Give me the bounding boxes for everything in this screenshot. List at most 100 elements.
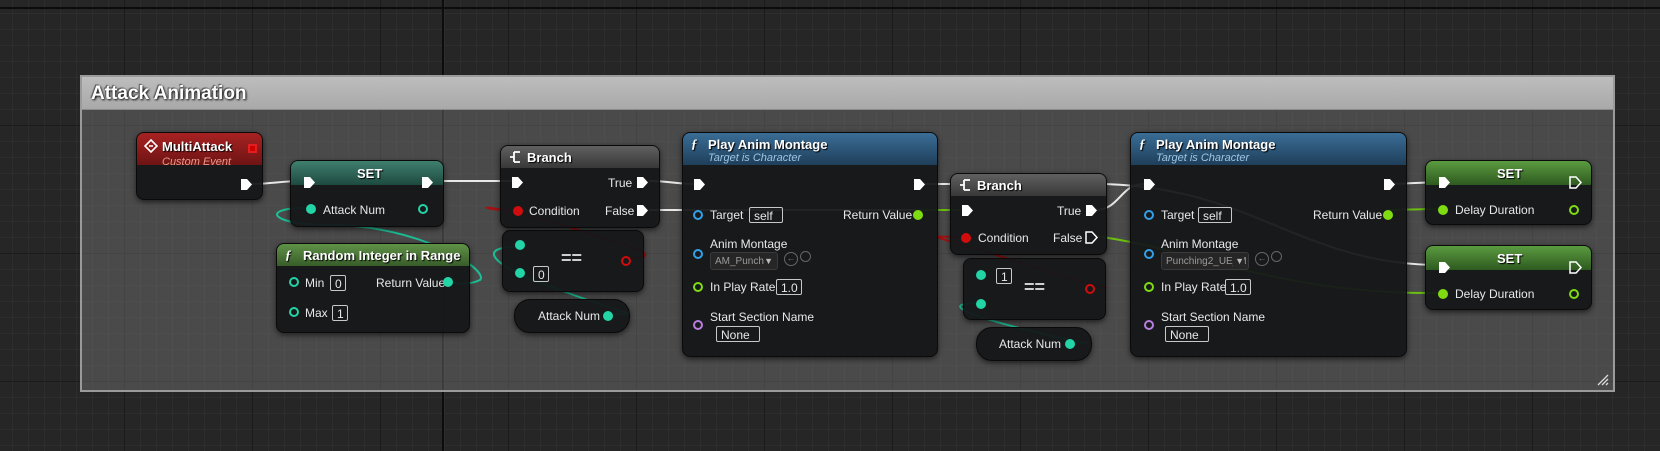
exec-in-pin[interactable]	[961, 204, 974, 217]
node-get-attack-num-2[interactable]: Attack Num	[976, 327, 1092, 361]
attack-num-in-pin[interactable]	[306, 204, 316, 214]
delay-duration-in-pin[interactable]	[1438, 289, 1448, 299]
equals-input-a-pin[interactable]	[515, 240, 525, 250]
min-label: Min	[305, 276, 325, 290]
node-title: Branch	[977, 178, 1022, 193]
equals-input-b-pin[interactable]	[515, 268, 525, 278]
start-section-label: Start Section Name	[710, 310, 815, 324]
delay-duration-out-pin[interactable]	[1569, 289, 1579, 299]
node-subtitle: Custom Event	[162, 156, 232, 165]
node-title: SET	[1497, 166, 1523, 181]
variable-label: Attack Num	[999, 337, 1062, 351]
attack-num-get-pin[interactable]	[603, 311, 613, 321]
node-branch-1[interactable]: Branch True Condition False	[500, 145, 660, 228]
node-title: Random Integer in Range	[303, 248, 461, 263]
true-exec-pin[interactable]	[636, 176, 649, 189]
start-section-pin[interactable]	[1144, 320, 1154, 330]
use-selected-asset-icon[interactable]: ←	[784, 252, 798, 266]
node-branch-2[interactable]: Branch True Condition False	[950, 173, 1107, 255]
target-value[interactable]: self	[1198, 207, 1232, 223]
start-section-pin[interactable]	[693, 320, 703, 330]
in-play-rate-value[interactable]: 1.0	[1225, 279, 1251, 295]
anim-montage-label: Anim Montage	[710, 237, 788, 251]
exec-out-pin[interactable]	[1569, 176, 1582, 189]
exec-out-pin[interactable]	[1383, 178, 1396, 191]
resize-grip-icon[interactable]	[1597, 374, 1609, 386]
in-play-rate-pin[interactable]	[1144, 282, 1154, 292]
equals-input-a-value[interactable]: 1	[996, 268, 1012, 284]
start-section-value[interactable]: None	[716, 326, 760, 342]
browse-asset-icon[interactable]	[1271, 251, 1282, 262]
exec-in-pin[interactable]	[1143, 178, 1156, 191]
condition-pin[interactable]	[961, 233, 971, 243]
in-play-rate-pin[interactable]	[693, 282, 703, 292]
attack-num-get-pin[interactable]	[1065, 339, 1075, 349]
exec-in-pin[interactable]	[1438, 261, 1451, 274]
target-value[interactable]: self	[749, 207, 783, 223]
start-section-value[interactable]: None	[1165, 326, 1209, 342]
exec-in-pin[interactable]	[511, 176, 524, 189]
min-pin[interactable]	[289, 277, 299, 287]
exec-out-pin[interactable]	[1569, 261, 1582, 274]
node-get-attack-num-1[interactable]: Attack Num	[514, 299, 630, 333]
exec-out-pin[interactable]	[913, 178, 926, 191]
min-value-input[interactable]: 0	[330, 275, 346, 291]
use-selected-asset-icon[interactable]: ←	[1255, 252, 1269, 266]
node-set-attack-num[interactable]: SET Attack Num	[290, 160, 444, 227]
target-pin[interactable]	[693, 210, 703, 220]
condition-pin[interactable]	[513, 206, 523, 216]
exec-out-pin[interactable]	[421, 176, 434, 189]
in-play-rate-label: In Play Rate	[1161, 280, 1227, 294]
node-random-integer-in-range[interactable]: ƒ Random Integer in Range Min 0 Return V…	[276, 243, 470, 333]
comment-title-bar[interactable]: Attack Animation	[82, 77, 1613, 110]
max-value-input[interactable]: 1	[332, 305, 348, 321]
equals-output-pin[interactable]	[621, 256, 631, 266]
return-label: Return Value	[376, 276, 446, 290]
target-label: Target	[710, 208, 744, 222]
equals-input-b-value[interactable]: 0	[533, 266, 549, 282]
exec-in-pin[interactable]	[693, 178, 706, 191]
exec-in-pin[interactable]	[1438, 176, 1451, 189]
anim-montage-value: AM_Punch	[715, 256, 764, 267]
false-exec-pin[interactable]	[1085, 231, 1098, 244]
node-equals-1[interactable]: 0 ==	[502, 230, 644, 292]
node-equals-2[interactable]: 1 ==	[963, 258, 1106, 320]
event-icon	[144, 139, 158, 153]
true-label: True	[1057, 204, 1082, 218]
max-pin[interactable]	[289, 307, 299, 317]
return-value-pin[interactable]	[443, 277, 453, 287]
node-play-anim-montage-1[interactable]: ƒ Play Anim Montage Target is Character …	[682, 132, 938, 357]
comment-title: Attack Animation	[91, 83, 247, 104]
equals-input-a-pin[interactable]	[976, 270, 986, 280]
return-value-pin[interactable]	[913, 210, 923, 220]
delegate-pin[interactable]	[248, 144, 257, 153]
node-subtitle: Target is Character	[708, 152, 802, 164]
anim-montage-pin[interactable]	[1144, 249, 1154, 259]
node-set-delay-duration-1[interactable]: SET Delay Duration	[1425, 160, 1592, 225]
node-title: MultiAttack	[162, 139, 233, 154]
attack-num-out-pin[interactable]	[418, 204, 428, 214]
node-title: SET	[357, 166, 383, 181]
function-icon: ƒ	[691, 136, 698, 151]
anim-montage-select[interactable]: Punching2_UE_M ▼	[1161, 252, 1249, 270]
chevron-down-icon: ▼	[764, 256, 773, 266]
false-exec-pin[interactable]	[636, 204, 649, 217]
exec-out-pin[interactable]	[240, 178, 253, 191]
return-value-pin[interactable]	[1383, 210, 1393, 220]
equals-input-b-pin[interactable]	[976, 299, 986, 309]
browse-asset-icon[interactable]	[800, 251, 811, 262]
node-play-anim-montage-2[interactable]: ƒ Play Anim Montage Target is Character …	[1130, 132, 1407, 357]
node-set-delay-duration-2[interactable]: SET Delay Duration	[1425, 245, 1592, 310]
node-multiattack-event[interactable]: MultiAttack Custom Event	[136, 132, 263, 200]
delay-duration-out-pin[interactable]	[1569, 205, 1579, 215]
anim-montage-select[interactable]: AM_Punch ▼	[710, 252, 778, 270]
equals-output-pin[interactable]	[1085, 284, 1095, 294]
delay-duration-in-pin[interactable]	[1438, 205, 1448, 215]
true-exec-pin[interactable]	[1085, 204, 1098, 217]
in-play-rate-value[interactable]: 1.0	[776, 279, 802, 295]
anim-montage-pin[interactable]	[693, 249, 703, 259]
exec-in-pin[interactable]	[303, 176, 316, 189]
target-pin[interactable]	[1144, 210, 1154, 220]
start-section-label: Start Section Name	[1161, 310, 1266, 324]
anim-montage-label: Anim Montage	[1161, 237, 1239, 251]
